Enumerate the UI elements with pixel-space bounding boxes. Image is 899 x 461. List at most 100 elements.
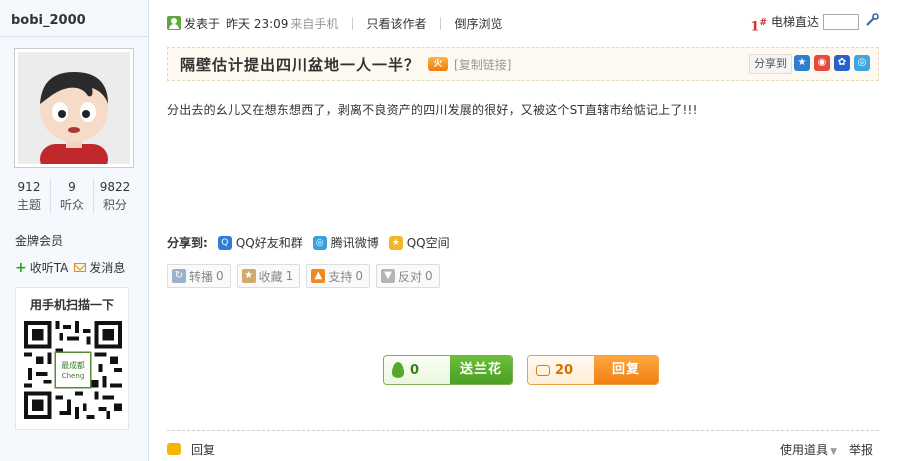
goto-floor-input[interactable] bbox=[823, 13, 859, 30]
qq-penguin-icon: Q bbox=[217, 235, 232, 250]
action-label: 反对 bbox=[397, 269, 422, 284]
svg-text:最成都: 最成都 bbox=[61, 360, 85, 370]
reply-link[interactable]: 回复 bbox=[191, 441, 215, 458]
author-only-link[interactable]: 只看该作者 bbox=[366, 15, 426, 32]
posted-prefix: 发表于 bbox=[184, 16, 221, 31]
post-body: 分出去的幺儿又在想东想西了，剥离不良资产的四川发展的很好，又被这个ST直辖市给惦… bbox=[167, 103, 698, 117]
action-count: 0 bbox=[355, 269, 363, 283]
stat-listeners[interactable]: 9 听众 bbox=[50, 178, 93, 214]
arrow-down-icon: ▼ bbox=[380, 269, 395, 283]
member-level[interactable]: 金牌会员 bbox=[15, 232, 63, 249]
report-link[interactable]: 举报 bbox=[849, 441, 873, 458]
share-label: 分享到: bbox=[167, 236, 208, 250]
send-flower-button[interactable]: 0 送兰花 bbox=[383, 355, 513, 385]
oppose-button[interactable]: ▼ 反对 0 bbox=[375, 264, 440, 288]
share-qq-friends[interactable]: Q QQ好友和群 bbox=[217, 234, 303, 251]
action-label: 支持 bbox=[328, 269, 353, 284]
repost-button[interactable]: ↻ 转播 0 bbox=[167, 264, 231, 288]
reply-count-button[interactable]: 20 回复 bbox=[527, 355, 659, 385]
tencent-weibo-icon[interactable]: ◎ bbox=[854, 55, 870, 71]
share-row: 分享到: Q QQ好友和群 ◎ 腾讯微博 ★ QQ空间 bbox=[167, 234, 450, 251]
svg-text:Cheng: Cheng bbox=[62, 371, 85, 380]
avatar[interactable] bbox=[18, 52, 130, 164]
qr-code-icon: 最成都 Cheng bbox=[24, 321, 122, 419]
author-actions: + 收听TA 发消息 bbox=[15, 259, 125, 276]
stat-value: 912 bbox=[17, 180, 41, 194]
qzone-icon: ★ bbox=[388, 235, 403, 250]
flower-label: 送兰花 bbox=[450, 356, 512, 384]
repost-icon: ↻ bbox=[172, 269, 186, 283]
post-main: 发表于 昨天 23:09 来自手机 | 只看该作者 | 倒序浏览 1# 电梯直达… bbox=[167, 0, 879, 461]
tools-label: 使用道具 bbox=[780, 443, 829, 457]
goto-label: 电梯直达 bbox=[770, 15, 819, 29]
follow-button[interactable]: + 收听TA bbox=[15, 259, 68, 276]
arrow-up-icon: ▲ bbox=[311, 269, 326, 283]
weibo-icon[interactable]: ◉ bbox=[814, 55, 830, 71]
qr-title: 用手机扫描一下 bbox=[29, 298, 114, 312]
floor-goto: 电梯直达 bbox=[771, 13, 859, 30]
thread-title-bar: 隔壁估计提出四川盆地一人一半？ 火 [复制链接] 分享到 ★ ◉ ✿ ◎ bbox=[167, 47, 879, 81]
qr-panel: 用手机扫描一下 最成都 Cheng bbox=[15, 287, 129, 430]
author-username[interactable]: bobi_2000 bbox=[11, 13, 86, 28]
posted-time: 昨天 23:09 bbox=[226, 16, 289, 31]
meta-separator: | bbox=[438, 16, 443, 30]
post-source[interactable]: 来自手机 bbox=[290, 15, 338, 32]
avatar-frame[interactable] bbox=[14, 48, 134, 168]
floor-number[interactable]: 1# bbox=[750, 18, 767, 34]
use-tools-dropdown[interactable]: 使用道具 ▼ bbox=[780, 441, 837, 458]
stat-label: 听众 bbox=[59, 198, 84, 212]
qzone-star-icon[interactable]: ★ bbox=[794, 55, 810, 71]
action-label: 收藏 bbox=[258, 269, 283, 284]
jump-go-icon[interactable] bbox=[865, 13, 879, 31]
author-stats: 912 主题 9 听众 9822 积分 bbox=[8, 178, 136, 214]
send-message-button[interactable]: 发消息 bbox=[74, 259, 125, 276]
share-item-label: QQ好友和群 bbox=[235, 236, 303, 250]
footer-tools: 使用道具 ▼ 举报 bbox=[780, 441, 873, 458]
action-count: 0 bbox=[424, 269, 433, 283]
favorite-button[interactable]: ★ 收藏 1 bbox=[236, 264, 301, 288]
share-icons: ★ ◉ ✿ ◎ bbox=[794, 55, 870, 71]
post-footer: 回复 使用道具 ▼ 举报 bbox=[167, 439, 879, 459]
stat-label: 积分 bbox=[102, 198, 127, 212]
stat-topics[interactable]: 912 主题 bbox=[8, 178, 50, 214]
follow-label: 收听TA bbox=[29, 261, 69, 275]
action-label: 转播 bbox=[189, 269, 214, 284]
avatar-cartoon-icon bbox=[18, 52, 130, 164]
reply-label: 回复 bbox=[594, 356, 658, 384]
share-qzone[interactable]: ★ QQ空间 bbox=[388, 234, 450, 251]
message-label: 发消息 bbox=[89, 261, 126, 275]
plus-icon: + bbox=[15, 259, 27, 276]
stat-value: 9 bbox=[68, 180, 76, 194]
reverse-view-link[interactable]: 倒序浏览 bbox=[455, 15, 503, 32]
baidu-paw-icon[interactable]: ✿ bbox=[834, 55, 850, 71]
share-item-label: 腾讯微博 bbox=[330, 236, 379, 250]
flower-count: 0 bbox=[410, 362, 420, 378]
stat-points[interactable]: 9822 积分 bbox=[93, 178, 136, 214]
copy-link-button[interactable]: [复制链接] bbox=[454, 56, 511, 73]
meta-separator: | bbox=[350, 16, 355, 30]
bottom-divider bbox=[167, 430, 879, 431]
stat-value: 9822 bbox=[99, 180, 131, 194]
action-count: 1 bbox=[285, 269, 294, 283]
reply-bubble-icon bbox=[167, 443, 181, 455]
online-user-icon bbox=[167, 16, 181, 30]
thread-title: 隔壁估计提出四川盆地一人一半？ bbox=[180, 55, 421, 74]
support-button[interactable]: ▲ 支持 0 bbox=[306, 264, 370, 288]
share-to-button[interactable]: 分享到 bbox=[749, 54, 792, 74]
reply-count-area: 20 bbox=[528, 356, 594, 384]
flower-count-area: 0 bbox=[384, 356, 450, 384]
tencent-weibo-icon: ◎ bbox=[312, 235, 327, 250]
stat-label: 主题 bbox=[16, 198, 41, 212]
hot-badge-icon: 火 bbox=[428, 57, 449, 71]
mail-icon bbox=[74, 263, 87, 272]
action-count: 0 bbox=[216, 269, 224, 283]
speech-bubble-icon bbox=[536, 364, 550, 376]
share-item-label: QQ空间 bbox=[406, 236, 450, 250]
orchid-leaf-icon bbox=[392, 362, 404, 378]
sidebar-divider bbox=[0, 36, 149, 37]
share-tencent-weibo[interactable]: ◎ 腾讯微博 bbox=[312, 234, 379, 251]
favorite-folder-icon: ★ bbox=[241, 269, 256, 283]
post-actions: ↻ 转播 0 ★ 收藏 1 ▲ 支持 0 ▼ 反对 0 bbox=[167, 264, 440, 288]
author-sidebar: bobi_2000 912 主题 9 听众 9822 积分 金牌会员 + 收听T… bbox=[0, 0, 149, 461]
floor-mark: # bbox=[759, 18, 767, 28]
